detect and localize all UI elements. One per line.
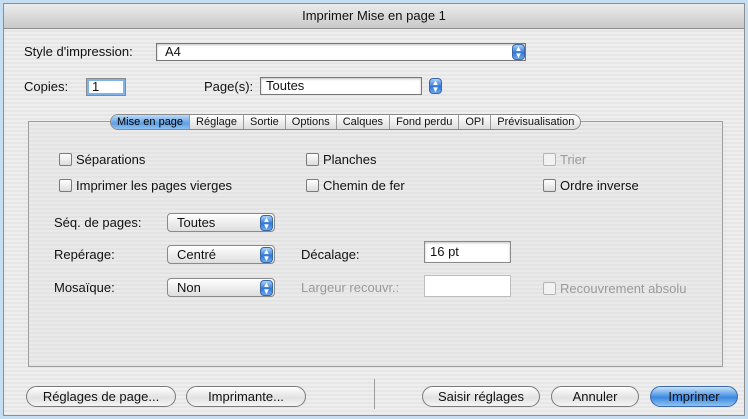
print-style-arrows-icon[interactable]: ▲ ▼ xyxy=(512,44,525,60)
page-sequence-popup[interactable]: Toutes ▲ ▼ xyxy=(167,213,275,232)
page-sequence-value: Toutes xyxy=(177,215,216,230)
page-setup-button[interactable]: Réglages de page... xyxy=(26,386,176,407)
tab-bar: Mise en page Réglage Sortie Options Calq… xyxy=(110,114,582,130)
tab-previsualisation[interactable]: Prévisualisation xyxy=(490,115,580,129)
print-style-combo[interactable]: A4 xyxy=(156,43,526,61)
separations-label: Séparations xyxy=(76,152,146,167)
print-dialog: Imprimer Mise en page 1 Style d'impressi… xyxy=(3,3,745,416)
overlap-label: Largeur recouvr.: xyxy=(301,280,400,295)
tab-fond-perdu[interactable]: Fond perdu xyxy=(389,115,458,129)
tab-mise-en-page[interactable]: Mise en page xyxy=(111,115,190,129)
pages-arrows-icon[interactable]: ▲ ▼ xyxy=(429,78,442,94)
page-sequence-arrows-icon: ▲ ▼ xyxy=(260,215,273,231)
copies-field[interactable]: 1 xyxy=(86,78,126,96)
reverse-order-label: Ordre inverse xyxy=(560,178,639,193)
tab-options[interactable]: Options xyxy=(284,115,336,129)
button-separator xyxy=(374,379,375,409)
spreads-checkbox[interactable] xyxy=(306,153,319,166)
print-style-value: A4 xyxy=(165,44,181,59)
tiling-arrows-icon: ▲ ▼ xyxy=(260,280,273,296)
tiling-label: Mosaïque: xyxy=(54,280,115,295)
blank-pages-label: Imprimer les pages vierges xyxy=(76,178,233,193)
registration-popup[interactable]: Centré ▲ ▼ xyxy=(167,245,275,264)
collate-checkbox[interactable] xyxy=(543,153,556,166)
separations-checkbox[interactable] xyxy=(59,153,72,166)
cancel-button[interactable]: Annuler xyxy=(551,386,639,407)
window-title: Imprimer Mise en page 1 xyxy=(4,4,744,29)
blank-pages-checkbox[interactable] xyxy=(59,179,72,192)
copies-label: Copies: xyxy=(24,79,69,94)
overlap-field[interactable] xyxy=(424,275,511,297)
pages-label: Page(s): xyxy=(204,79,254,94)
registration-value: Centré xyxy=(177,247,217,262)
tab-sortie[interactable]: Sortie xyxy=(243,115,285,129)
absolute-overlap-checkbox[interactable] xyxy=(543,282,556,295)
reverse-order-checkbox[interactable] xyxy=(543,179,556,192)
tab-opi[interactable]: OPI xyxy=(458,115,490,129)
print-button[interactable]: Imprimer xyxy=(650,386,738,407)
registration-label: Repérage: xyxy=(54,247,115,262)
print-style-label: Style d'impression: xyxy=(24,44,133,59)
pages-combo[interactable]: Toutes xyxy=(260,77,422,95)
absolute-overlap-label: Recouvrement absolu xyxy=(560,281,687,296)
printer-button[interactable]: Imprimante... xyxy=(186,386,306,407)
spreads-label: Planches xyxy=(323,152,377,167)
pages-value: Toutes xyxy=(266,78,305,93)
offset-field[interactable]: 16 pt xyxy=(424,241,511,263)
capture-settings-button[interactable]: Saisir réglages xyxy=(422,386,540,407)
thumbnails-label: Chemin de fer xyxy=(323,178,405,193)
tiling-popup[interactable]: Non ▲ ▼ xyxy=(167,278,275,297)
offset-label: Décalage: xyxy=(301,247,360,262)
tab-reglage[interactable]: Réglage xyxy=(189,115,243,129)
collate-label: Trier xyxy=(560,152,587,167)
tab-calques[interactable]: Calques xyxy=(335,115,389,129)
thumbnails-checkbox[interactable] xyxy=(306,179,319,192)
page-sequence-label: Séq. de pages: xyxy=(54,215,142,230)
registration-arrows-icon: ▲ ▼ xyxy=(260,247,273,263)
tiling-value: Non xyxy=(177,280,201,295)
